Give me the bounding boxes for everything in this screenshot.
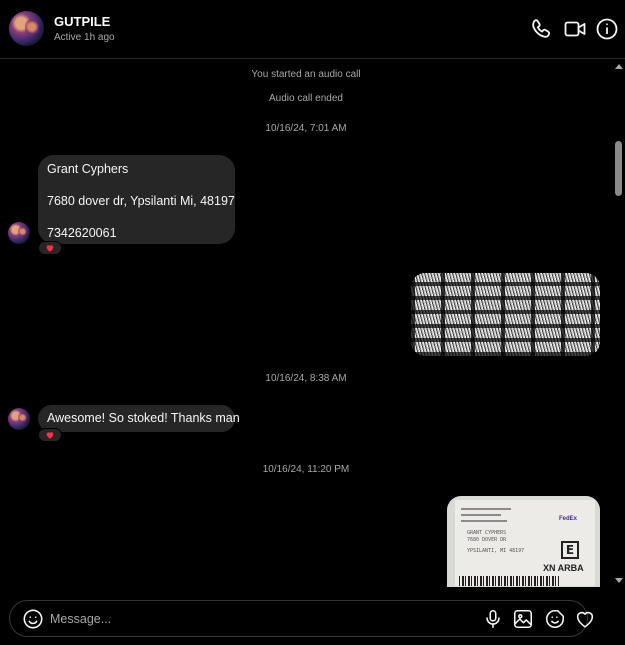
heart-icon[interactable] (574, 608, 596, 630)
heart-reaction[interactable] (38, 241, 62, 255)
message-line: 7342620061 (47, 226, 117, 240)
info-icon[interactable] (595, 17, 619, 41)
heart-reaction[interactable] (38, 428, 62, 442)
timestamp: 10/16/24, 7:01 AM (265, 123, 347, 134)
label-barcode (459, 576, 559, 586)
message-line: 7680 dover dr, Ypsilanti Mi, 48197 (47, 194, 235, 208)
sender-avatar[interactable] (8, 408, 30, 430)
thread-scrollbar[interactable] (612, 60, 625, 587)
message-composer (9, 600, 594, 637)
shipping-label: GRANT CYPHERS 7680 DOVER DR YPSILANTI, M… (455, 500, 595, 586)
message-thread[interactable]: You started an audio call Audio call end… (0, 60, 612, 587)
message-bubble[interactable]: Awesome! So stoked! Thanks man (38, 405, 240, 432)
message-line: Grant Cyphers (47, 162, 129, 176)
label-street: 7680 DOVER DR (467, 537, 507, 543)
sticker-icon[interactable] (544, 608, 566, 630)
sent-photo[interactable] (411, 273, 600, 356)
timestamp: 10/16/24, 11:20 PM (262, 464, 350, 475)
phone-icon[interactable] (530, 17, 554, 41)
label-city: YPSILANTI, MI 48197 (467, 548, 525, 554)
image-icon[interactable] (512, 608, 534, 630)
scroll-thumb[interactable] (615, 141, 622, 196)
sent-photo-shipping-label[interactable]: GRANT CYPHERS 7680 DOVER DR YPSILANTI, M… (447, 496, 600, 587)
sender-avatar[interactable] (8, 222, 30, 244)
microphone-icon[interactable] (482, 608, 504, 630)
chat-header: GUTPILE Active 1h ago (0, 0, 625, 59)
message-input[interactable] (50, 609, 430, 629)
label-name: GRANT CYPHERS (467, 530, 507, 536)
emoji-icon[interactable] (22, 608, 44, 630)
label-code: XN ARBA (543, 563, 584, 573)
system-event: You started an audio call (251, 69, 361, 80)
video-camera-icon[interactable] (563, 17, 587, 41)
system-event: Audio call ended (269, 93, 343, 104)
heart-icon (46, 245, 54, 252)
label-carrier: FedEx (559, 516, 578, 522)
contact-name[interactable]: GUTPILE (54, 14, 110, 29)
scroll-down-arrow-icon[interactable] (615, 578, 623, 583)
scroll-up-arrow-icon[interactable] (615, 64, 623, 69)
label-service: E (561, 541, 579, 559)
timestamp: 10/16/24, 8:38 AM (265, 373, 347, 384)
contact-avatar[interactable] (9, 11, 44, 46)
heart-icon (46, 432, 54, 439)
message-bubble[interactable]: Grant Cyphers 7680 dover dr, Ypsilanti M… (38, 155, 235, 244)
contact-status: Active 1h ago (54, 32, 115, 43)
